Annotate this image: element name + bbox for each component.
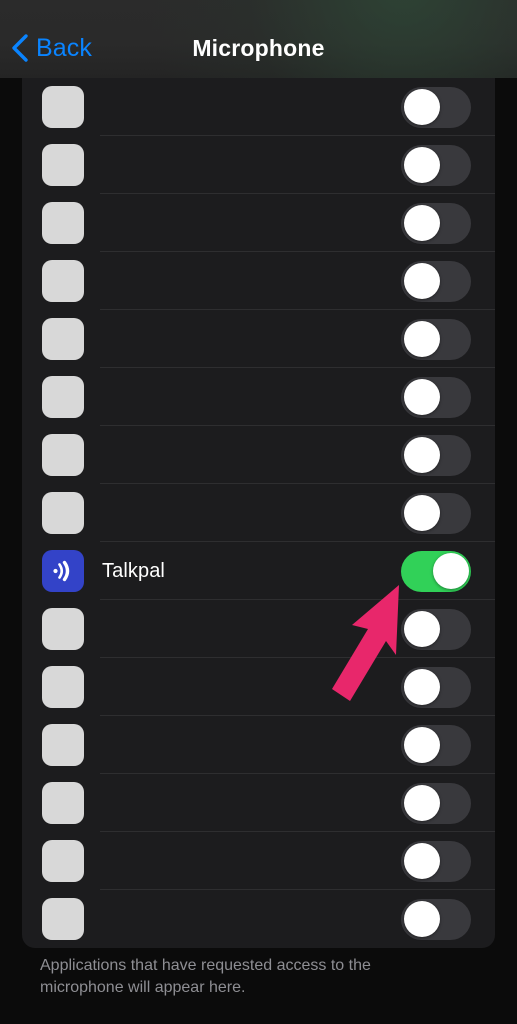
placeholder-app-icon xyxy=(42,608,84,650)
app-permission-row[interactable] xyxy=(22,890,495,948)
app-permission-row[interactable]: Talkpal xyxy=(22,542,495,600)
placeholder-app-icon xyxy=(42,260,84,302)
app-permission-row[interactable] xyxy=(22,426,495,484)
app-permission-list: Talkpal xyxy=(22,78,495,948)
app-permission-row[interactable] xyxy=(22,832,495,890)
toggle-knob xyxy=(403,495,440,531)
toggle-knob xyxy=(403,901,440,937)
app-permission-row[interactable] xyxy=(22,658,495,716)
placeholder-app-icon xyxy=(42,318,84,360)
talkpal-app-icon xyxy=(42,550,84,592)
placeholder-app-icon xyxy=(42,898,84,940)
microphone-permission-toggle[interactable] xyxy=(401,724,471,766)
app-permission-row[interactable] xyxy=(22,368,495,426)
app-name-label: Talkpal xyxy=(102,559,165,582)
microphone-permission-toggle[interactable] xyxy=(401,898,471,940)
microphone-permission-toggle[interactable] xyxy=(401,608,471,650)
page-title: Microphone xyxy=(192,34,325,61)
app-permission-row[interactable] xyxy=(22,136,495,194)
microphone-permission-toggle[interactable] xyxy=(401,260,471,302)
microphone-permission-toggle[interactable] xyxy=(401,666,471,708)
microphone-permission-toggle[interactable] xyxy=(401,840,471,882)
placeholder-app-icon xyxy=(42,86,84,128)
microphone-permission-toggle[interactable] xyxy=(401,202,471,244)
toggle-knob xyxy=(403,147,440,183)
microphone-permission-toggle[interactable] xyxy=(401,376,471,418)
placeholder-app-icon xyxy=(42,202,84,244)
talkpal-microphone-toggle[interactable] xyxy=(401,550,471,592)
toggle-knob xyxy=(403,321,440,357)
placeholder-app-icon xyxy=(42,666,84,708)
placeholder-app-icon xyxy=(42,376,84,418)
app-permission-row[interactable] xyxy=(22,716,495,774)
toggle-knob xyxy=(403,89,440,125)
app-permission-row[interactable] xyxy=(22,252,495,310)
microphone-permission-toggle[interactable] xyxy=(401,492,471,534)
navigation-bar: Back Microphone xyxy=(0,0,517,78)
toggle-knob xyxy=(403,843,440,879)
microphone-permission-toggle[interactable] xyxy=(401,86,471,128)
toggle-knob xyxy=(403,727,440,763)
placeholder-app-icon xyxy=(42,144,84,186)
placeholder-app-icon xyxy=(42,724,84,766)
microphone-permission-toggle[interactable] xyxy=(401,434,471,476)
toggle-knob xyxy=(403,263,440,299)
placeholder-app-icon xyxy=(42,434,84,476)
toggle-knob xyxy=(403,669,440,705)
placeholder-app-icon xyxy=(42,492,84,534)
app-permission-row[interactable] xyxy=(22,600,495,658)
toggle-knob xyxy=(403,785,440,821)
microphone-permission-toggle[interactable] xyxy=(401,144,471,186)
app-permission-row[interactable] xyxy=(22,484,495,542)
toggle-knob xyxy=(403,379,440,415)
toggle-knob xyxy=(403,611,440,647)
microphone-permission-toggle[interactable] xyxy=(401,318,471,360)
app-permission-row[interactable] xyxy=(22,78,495,136)
app-permission-row[interactable] xyxy=(22,194,495,252)
microphone-permissions-screen: Back Microphone Talkpal Applications tha… xyxy=(0,0,517,1024)
toggle-knob xyxy=(403,437,440,473)
placeholder-app-icon xyxy=(42,782,84,824)
app-permission-row[interactable] xyxy=(22,310,495,368)
toggle-knob xyxy=(432,553,469,589)
placeholder-app-icon xyxy=(42,840,84,882)
toggle-knob xyxy=(403,205,440,241)
footer-note: Applications that have requested access … xyxy=(40,957,371,996)
microphone-permission-toggle[interactable] xyxy=(401,782,471,824)
app-permission-row[interactable] xyxy=(22,774,495,832)
